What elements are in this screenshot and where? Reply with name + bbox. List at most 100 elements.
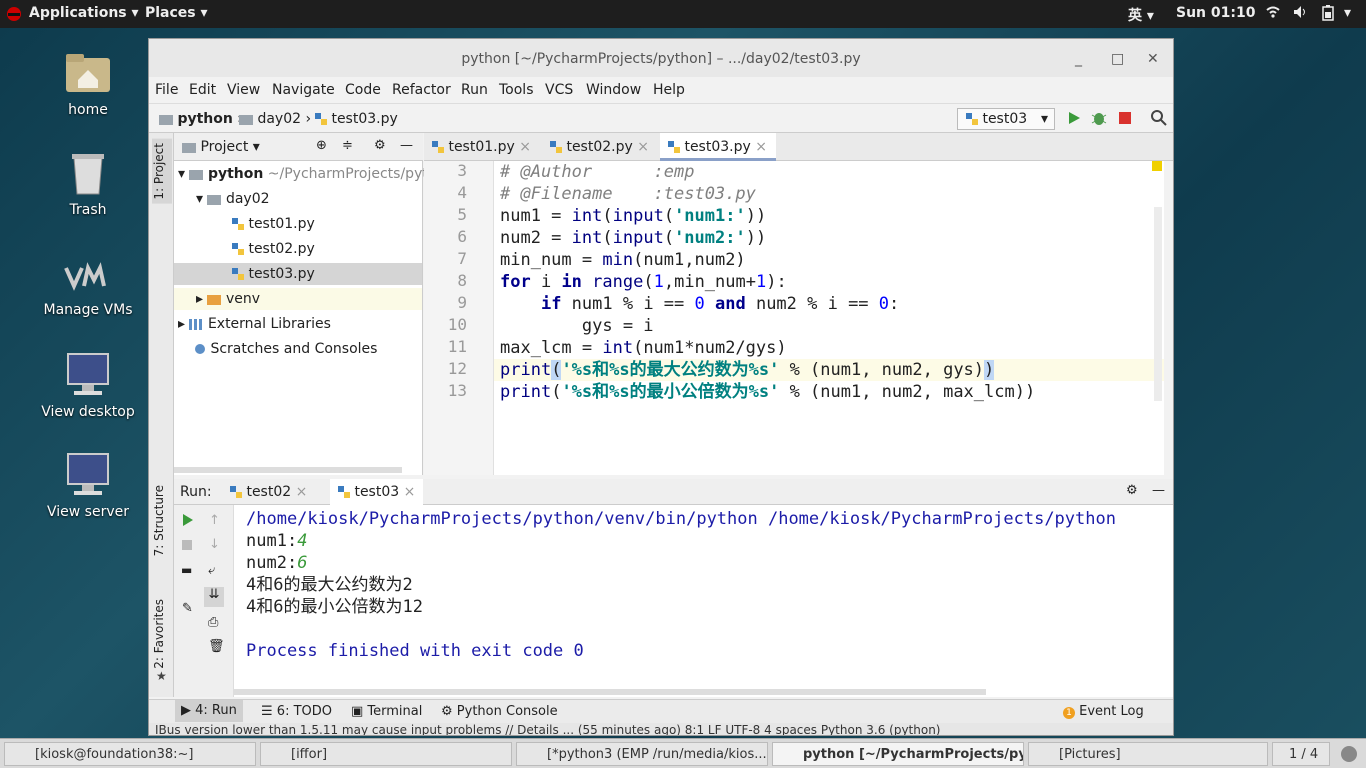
tree-root-python[interactable]: ▾ python ~/PycharmProjects/python (178, 163, 454, 185)
chevron-down-icon: ▾ (178, 166, 186, 182)
run-tab-test02[interactable]: test02 × (230, 484, 307, 500)
collapse-all-icon[interactable]: ≑ (342, 138, 353, 153)
search-button[interactable] (1151, 110, 1167, 130)
breadcrumb-test03[interactable]: test03.py (315, 111, 398, 127)
volume-icon[interactable] (1293, 5, 1309, 23)
gear-icon[interactable]: ⚙ (1126, 483, 1138, 498)
breadcrumb-day02[interactable]: day02 › (239, 111, 311, 127)
task-terminal[interactable]: [kiosk@foundation38:~] (4, 742, 256, 766)
close-tab-icon[interactable]: × (519, 139, 531, 155)
tree-test03[interactable]: test03.py (174, 263, 422, 285)
hide-panel-icon[interactable]: — (400, 138, 413, 153)
menu-file[interactable]: File (155, 82, 178, 98)
desktop-view-server[interactable]: View server (40, 452, 136, 520)
pin-icon[interactable]: ✎ (182, 601, 193, 616)
input-method-indicator[interactable]: 英 ▾ (1128, 5, 1154, 25)
tree-test01[interactable]: test01.py (232, 213, 315, 235)
desktop-view-desktop[interactable]: View desktop (40, 352, 136, 420)
menu-tools[interactable]: Tools (499, 82, 534, 98)
tool-tab-terminal[interactable]: ▣ Terminal (351, 704, 422, 719)
console-horizontal-scrollbar[interactable] (234, 689, 986, 695)
close-button[interactable]: ✕ (1147, 39, 1159, 79)
workspace-indicator[interactable]: 1 / 4 (1272, 742, 1330, 766)
menu-view[interactable]: View (227, 82, 260, 98)
tab-test02[interactable]: test02.py × (542, 133, 658, 161)
tab-favorites[interactable]: 2: Favorites (152, 599, 166, 669)
trash-icon[interactable]: 🗑 (208, 639, 225, 654)
menu-vcs[interactable]: VCS (545, 82, 573, 98)
status-message[interactable]: IBus version lower than 1.5.11 may cause… (149, 723, 941, 735)
run-config-selector[interactable]: test03 ▾ (957, 108, 1055, 130)
menu-run[interactable]: Run (461, 82, 488, 98)
menu-navigate[interactable]: Navigate (272, 82, 335, 98)
menu-window[interactable]: Window (586, 82, 641, 98)
taskbar-notification-icon[interactable] (1340, 745, 1358, 767)
system-menu-chevron-icon[interactable]: ▾ (1344, 5, 1351, 21)
desktop-home[interactable]: home (40, 50, 136, 118)
tab-project[interactable]: 1: Project (152, 139, 172, 204)
battery-icon[interactable] (1322, 5, 1334, 25)
menu-refactor[interactable]: Refactor (392, 82, 451, 98)
tree-day02[interactable]: ▾ day02 (196, 188, 270, 210)
task-pictures[interactable]: [Pictures] (1028, 742, 1268, 766)
menu-code[interactable]: Code (345, 82, 381, 98)
tab-structure[interactable]: 7: Structure (152, 485, 166, 556)
tab-test01[interactable]: test01.py × (424, 133, 540, 161)
soft-wrap-icon[interactable]: ⤶ (208, 563, 215, 578)
menu-help[interactable]: Help (653, 82, 685, 98)
task-editor[interactable]: [*python3 (EMP /run/media/kios... (516, 742, 768, 766)
inspection-indicator[interactable] (1152, 161, 1162, 171)
pycharm-window: python [~/PycharmProjects/python] – .../… (148, 38, 1174, 736)
arrow-down-icon[interactable]: ↓ (209, 537, 220, 552)
tool-tab-run[interactable]: ▶ 4: Run (175, 700, 243, 722)
menu-edit[interactable]: Edit (189, 82, 216, 98)
run-tab-test03-active[interactable]: test03 × (330, 479, 424, 505)
run-console[interactable]: /home/kiosk/PycharmProjects/python/venv/… (234, 505, 1173, 697)
project-horizontal-scrollbar[interactable] (174, 467, 402, 473)
run-button[interactable] (1067, 110, 1081, 130)
project-view-selector[interactable]: Project ▾ (182, 139, 260, 155)
wifi-icon[interactable] (1266, 5, 1280, 23)
code-editor[interactable]: # @Author :emp # @Filename :test03.py nu… (494, 161, 1164, 475)
applications-menu[interactable]: Applications ▾ (29, 5, 139, 21)
window-titlebar[interactable]: python [~/PycharmProjects/python] – .../… (149, 39, 1173, 77)
tab-test03-active[interactable]: test03.py × (660, 133, 776, 161)
python-file-icon (232, 218, 244, 230)
maximize-button[interactable]: □ (1111, 39, 1124, 79)
tool-tab-todo[interactable]: ☰ 6: TODO (261, 704, 332, 719)
close-tab-icon[interactable]: × (755, 139, 767, 155)
editor-vertical-scrollbar[interactable] (1154, 207, 1162, 401)
print-icon[interactable]: ⎙ (208, 615, 218, 630)
task-iffor[interactable]: [iffor] (260, 742, 512, 766)
stop-button[interactable] (1119, 112, 1131, 128)
scroll-to-end-icon[interactable]: ⇊ (204, 587, 224, 607)
breadcrumb-python[interactable]: python › (159, 111, 243, 127)
tree-scratches[interactable]: Scratches and Consoles (194, 338, 377, 360)
layout-icon[interactable]: ▬ (181, 563, 192, 577)
event-log-button[interactable]: 1 Event Log (1063, 704, 1144, 719)
close-tab-icon[interactable]: × (404, 484, 416, 500)
folder-icon (182, 143, 196, 153)
tree-external-libraries[interactable]: ▸ External Libraries (178, 313, 331, 335)
gear-icon[interactable]: ⚙ (374, 138, 386, 153)
places-menu[interactable]: Places ▾ (145, 5, 208, 21)
close-tab-icon[interactable]: × (296, 484, 308, 500)
rerun-button[interactable] (182, 513, 194, 531)
stop-button[interactable] (182, 539, 192, 554)
minimize-button[interactable]: _ (1075, 39, 1082, 79)
console-finish: Process finished with exit code 0 (246, 641, 584, 661)
task-pycharm-active[interactable]: python [~/PycharmProjects/pyt... (772, 742, 1024, 766)
debug-button[interactable] (1091, 110, 1107, 130)
tree-venv[interactable]: ▸ venv (174, 288, 422, 310)
clock[interactable]: Sun 01:10 (1176, 5, 1255, 21)
desktop-trash[interactable]: Trash (40, 150, 136, 218)
run-toolbar: ↑ ↓ ▬ ⤶ ⇊ ✎ ⎙ 🗑 (174, 505, 234, 697)
chevron-down-icon: ▾ (1040, 111, 1048, 127)
locate-icon[interactable]: ⊕ (316, 138, 327, 153)
arrow-up-icon[interactable]: ↑ (209, 513, 220, 528)
desktop-manage-vms[interactable]: Manage VMs (40, 262, 136, 318)
hide-panel-icon[interactable]: — (1152, 483, 1165, 498)
tree-test02[interactable]: test02.py (232, 238, 315, 260)
tool-tab-python-console[interactable]: ⚙ Python Console (441, 704, 558, 719)
close-tab-icon[interactable]: × (637, 139, 649, 155)
